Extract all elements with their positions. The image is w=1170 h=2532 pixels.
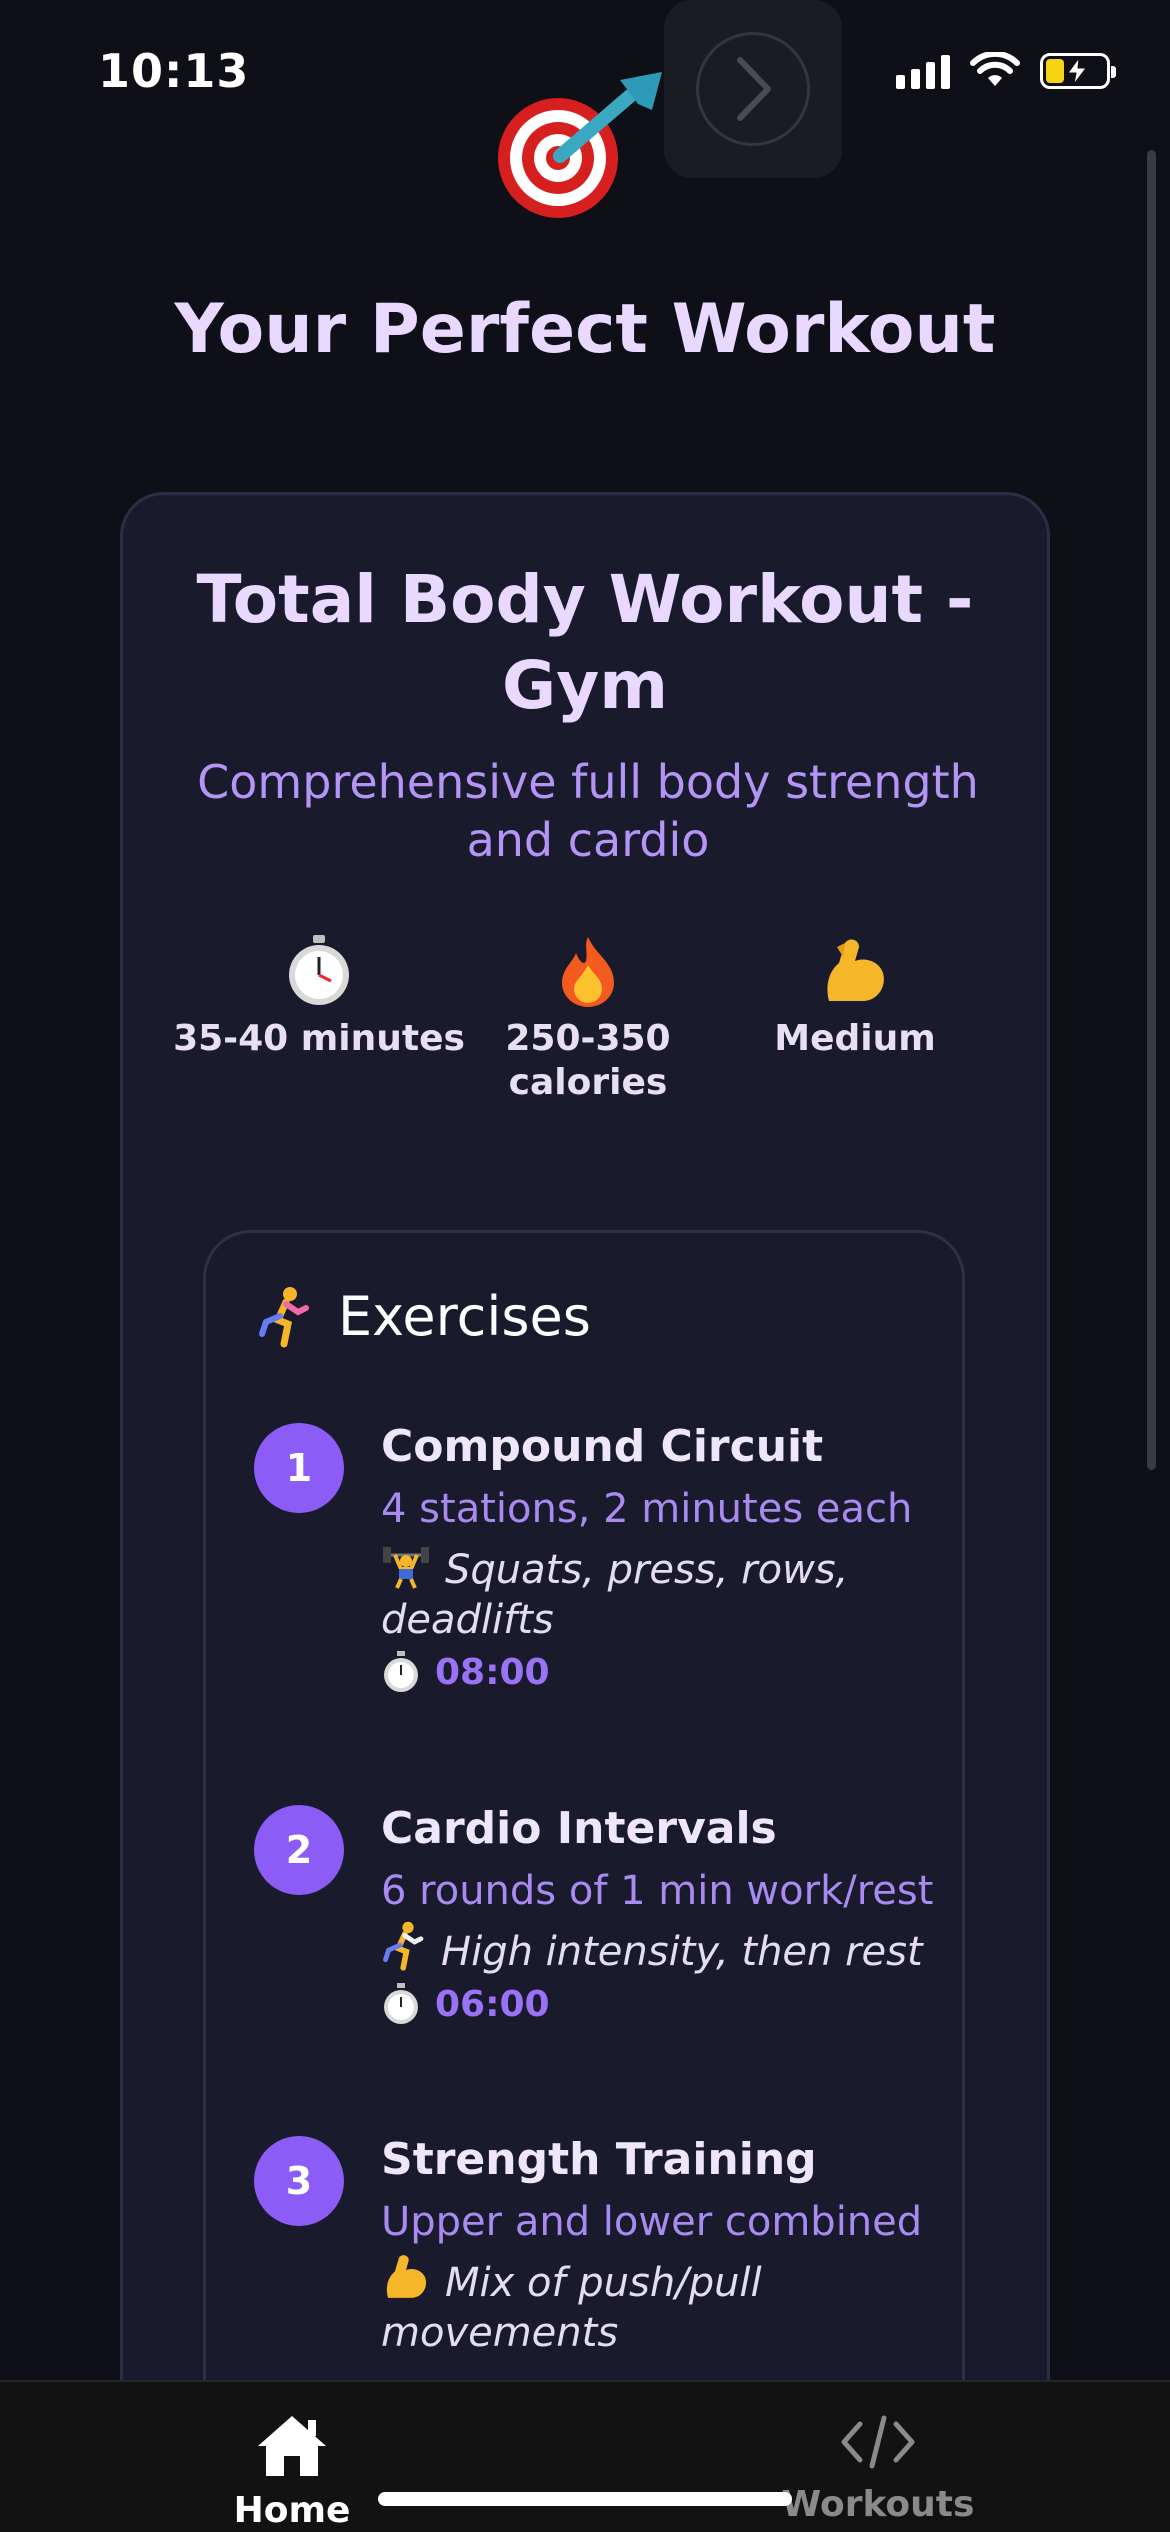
- exercise-time: 06:00: [381, 1983, 941, 2025]
- workout-subtitle: Comprehensive full body strength and car…: [197, 755, 979, 867]
- signal-icon: [896, 53, 950, 89]
- fire-icon: [562, 937, 614, 1007]
- weightlifter-icon: [383, 1547, 429, 1589]
- exercise-time-value: 08:00: [435, 1651, 550, 1693]
- stopwatch-icon: [289, 935, 349, 1005]
- exercise-detail: 6 rounds of 1 min work/rest: [381, 1868, 934, 1914]
- stat-duration-label: 35-40 minutes: [173, 1018, 465, 1059]
- tab-home[interactable]: Home: [162, 2412, 422, 2531]
- exercise-name: Compound Circuit: [381, 1421, 824, 1472]
- workout-title: Total Body Workout - Gym: [123, 557, 1047, 729]
- status-time: 10:13: [98, 44, 250, 98]
- workout-title-line2: Gym: [502, 647, 668, 724]
- flexed-bicep-icon: [827, 939, 884, 1001]
- exercise-detail: Upper and lower combined: [381, 2199, 923, 2245]
- workout-card: Total Body Workout - Gym Comprehensive f…: [120, 492, 1050, 2532]
- exercise-detail: 4 stations, 2 minutes each: [381, 1486, 913, 1532]
- exercise-description-text: High intensity, then rest: [441, 1929, 923, 1975]
- code-icon: [841, 2415, 915, 2469]
- exercise-time: 08:00: [381, 1651, 941, 1693]
- tab-workouts[interactable]: Workouts: [748, 2412, 1008, 2525]
- home-indicator[interactable]: [378, 2492, 792, 2506]
- runner-icon: [383, 1921, 424, 1971]
- runner-icon: [259, 1286, 309, 1347]
- exercise-name: Strength Training: [381, 2134, 817, 2185]
- stat-calories-label: 250-350 calories: [505, 1018, 671, 1103]
- next-button[interactable]: [664, 0, 842, 178]
- battery-icon: [1040, 53, 1116, 89]
- home-icon: [258, 2416, 326, 2476]
- workout-title-line1: Total Body Workout -: [196, 561, 974, 638]
- stopwatch-icon: [384, 1983, 418, 2024]
- exercise-description-text: Squats, press, rows, deadlifts: [381, 1547, 849, 1643]
- exercise-description: Squats, press, rows, deadlifts: [381, 1539, 941, 1645]
- exercises-header-label: Exercises: [338, 1285, 591, 1348]
- flexed-bicep-icon: [386, 2255, 427, 2298]
- exercise-description: Mix of push/pull movements: [381, 2252, 941, 2358]
- exercises-panel: Exercises 1 Compound Circuit 4 stations,…: [203, 1230, 965, 2532]
- stat-calories: 250-350 calories: [438, 935, 738, 1105]
- wifi-icon: [970, 52, 1020, 86]
- page-title: Your Perfect Workout: [174, 290, 996, 369]
- exercise-number-badge: 1: [254, 1423, 344, 1513]
- exercise-description-text: Mix of push/pull movements: [381, 2260, 762, 2356]
- stopwatch-icon: [384, 1651, 418, 1692]
- exercise-body: Cardio Intervals 6 rounds of 1 min work/…: [381, 1801, 941, 2025]
- exercise-number-badge: 2: [254, 1805, 344, 1895]
- chevron-right-icon: [737, 57, 771, 121]
- exercises-header: Exercises: [258, 1285, 591, 1348]
- status-icons: [896, 52, 1116, 90]
- exercise-body: Compound Circuit 4 stations, 2 minutes e…: [381, 1419, 941, 1693]
- stat-intensity: Medium: [705, 935, 1005, 1061]
- exercise-number-badge: 3: [254, 2136, 344, 2226]
- target-dart-icon: [498, 72, 662, 218]
- exercise-description: High intensity, then rest: [381, 1921, 941, 1977]
- stat-intensity-label: Medium: [774, 1018, 936, 1059]
- exercise-body: Strength Training Upper and lower combin…: [381, 2132, 941, 2358]
- next-button-ring: [696, 32, 810, 146]
- tab-bar: Home Workouts: [0, 2380, 1170, 2532]
- exercise-time-value: 06:00: [435, 1983, 550, 2025]
- exercise-name: Cardio Intervals: [381, 1803, 777, 1854]
- stat-duration: 35-40 minutes: [169, 935, 469, 1061]
